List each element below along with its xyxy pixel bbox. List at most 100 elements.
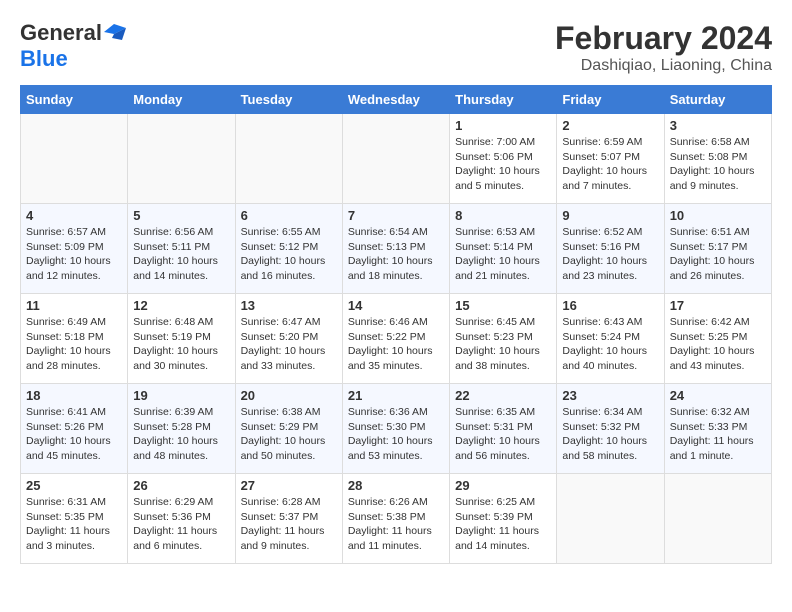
calendar-cell: 25 Sunrise: 6:31 AM Sunset: 5:35 PM Dayli… [21,474,128,564]
calendar-cell: 16Sunrise: 6:43 AM Sunset: 5:24 PM Dayli… [557,294,664,384]
calendar-cell: 10 Sunrise: 6:51 AM Sunset: 5:17 PM Dayli… [664,204,771,294]
calendar-week-5: 25 Sunrise: 6:31 AM Sunset: 5:35 PM Dayli… [21,474,772,564]
logo: General Blue [20,20,126,72]
day-number: 16 [562,298,658,313]
day-info: Sunrise: 7:00 AM Sunset: 5:06 PM Dayligh… [455,135,551,194]
day-info: Sunrise: 6:47 AM Sunset: 5:20 PM Dayligh… [241,315,337,374]
calendar-cell: 4Sunrise: 6:57 AM Sunset: 5:09 PM Daylig… [21,204,128,294]
weekday-wednesday: Wednesday [342,86,449,114]
day-info: Sunrise: 6:52 AM Sunset: 5:16 PM Dayligh… [562,225,658,284]
day-info: Sunrise: 6:31 AM Sunset: 5:35 PM Dayligh… [26,495,122,554]
day-number: 18 [26,388,122,403]
day-number: 21 [348,388,444,403]
weekday-tuesday: Tuesday [235,86,342,114]
day-info: Sunrise: 6:51 AM Sunset: 5:17 PM Dayligh… [670,225,766,284]
calendar-cell: 6Sunrise: 6:55 AM Sunset: 5:12 PM Daylig… [235,204,342,294]
day-number: 24 [670,388,766,403]
day-info: Sunrise: 6:59 AM Sunset: 5:07 PM Dayligh… [562,135,658,194]
day-number: 25 [26,478,122,493]
day-info: Sunrise: 6:28 AM Sunset: 5:37 PM Dayligh… [241,495,337,554]
weekday-sunday: Sunday [21,86,128,114]
day-number: 27 [241,478,337,493]
day-info: Sunrise: 6:56 AM Sunset: 5:11 PM Dayligh… [133,225,229,284]
calendar-cell [21,114,128,204]
day-info: Sunrise: 6:25 AM Sunset: 5:39 PM Dayligh… [455,495,551,554]
calendar-cell: 1 Sunrise: 7:00 AM Sunset: 5:06 PM Daylig… [450,114,557,204]
calendar-week-3: 11Sunrise: 6:49 AM Sunset: 5:18 PM Dayli… [21,294,772,384]
calendar-cell: 20 Sunrise: 6:38 AM Sunset: 5:29 PM Dayli… [235,384,342,474]
day-info: Sunrise: 6:49 AM Sunset: 5:18 PM Dayligh… [26,315,122,374]
logo-bird-icon [104,24,126,40]
calendar-cell: 17Sunrise: 6:42 AM Sunset: 5:25 PM Dayli… [664,294,771,384]
calendar-cell: 27 Sunrise: 6:28 AM Sunset: 5:37 PM Dayli… [235,474,342,564]
weekday-thursday: Thursday [450,86,557,114]
day-info: Sunrise: 6:53 AM Sunset: 5:14 PM Dayligh… [455,225,551,284]
weekday-header-row: SundayMondayTuesdayWednesdayThursdayFrid… [21,86,772,114]
day-info: Sunrise: 6:41 AM Sunset: 5:26 PM Dayligh… [26,405,122,464]
calendar: SundayMondayTuesdayWednesdayThursdayFrid… [20,85,772,564]
day-info: Sunrise: 6:35 AM Sunset: 5:31 PM Dayligh… [455,405,551,464]
calendar-cell [342,114,449,204]
day-number: 14 [348,298,444,313]
calendar-cell: 7 Sunrise: 6:54 AM Sunset: 5:13 PM Daylig… [342,204,449,294]
day-info: Sunrise: 6:26 AM Sunset: 5:38 PM Dayligh… [348,495,444,554]
day-number: 15 [455,298,551,313]
calendar-cell: 15 Sunrise: 6:45 AM Sunset: 5:23 PM Dayli… [450,294,557,384]
day-info: Sunrise: 6:38 AM Sunset: 5:29 PM Dayligh… [241,405,337,464]
day-number: 9 [562,208,658,223]
day-number: 19 [133,388,229,403]
day-number: 1 [455,118,551,133]
calendar-cell [128,114,235,204]
day-number: 7 [348,208,444,223]
calendar-cell: 19 Sunrise: 6:39 AM Sunset: 5:28 PM Dayli… [128,384,235,474]
calendar-cell: 9 Sunrise: 6:52 AM Sunset: 5:16 PM Daylig… [557,204,664,294]
weekday-friday: Friday [557,86,664,114]
day-info: Sunrise: 6:32 AM Sunset: 5:33 PM Dayligh… [670,405,766,464]
month-title: February 2024 [555,20,772,57]
weekday-saturday: Saturday [664,86,771,114]
calendar-cell: 13 Sunrise: 6:47 AM Sunset: 5:20 PM Dayli… [235,294,342,384]
calendar-week-4: 18 Sunrise: 6:41 AM Sunset: 5:26 PM Dayli… [21,384,772,474]
header: General Blue February 2024 Dashiqiao, Li… [20,20,772,75]
calendar-cell: 26 Sunrise: 6:29 AM Sunset: 5:36 PM Dayli… [128,474,235,564]
day-number: 10 [670,208,766,223]
calendar-cell [664,474,771,564]
day-info: Sunrise: 6:39 AM Sunset: 5:28 PM Dayligh… [133,405,229,464]
calendar-cell [557,474,664,564]
location-title: Dashiqiao, Liaoning, China [555,57,772,75]
day-info: Sunrise: 6:34 AM Sunset: 5:32 PM Dayligh… [562,405,658,464]
day-number: 20 [241,388,337,403]
calendar-cell: 24 Sunrise: 6:32 AM Sunset: 5:33 PM Dayli… [664,384,771,474]
day-number: 22 [455,388,551,403]
calendar-cell: 8Sunrise: 6:53 AM Sunset: 5:14 PM Daylig… [450,204,557,294]
calendar-cell: 18 Sunrise: 6:41 AM Sunset: 5:26 PM Dayli… [21,384,128,474]
day-number: 12 [133,298,229,313]
calendar-cell: 21Sunrise: 6:36 AM Sunset: 5:30 PM Dayli… [342,384,449,474]
day-number: 6 [241,208,337,223]
weekday-monday: Monday [128,86,235,114]
day-number: 26 [133,478,229,493]
logo-blue: Blue [20,46,68,71]
day-number: 29 [455,478,551,493]
day-info: Sunrise: 6:45 AM Sunset: 5:23 PM Dayligh… [455,315,551,374]
calendar-cell: 23 Sunrise: 6:34 AM Sunset: 5:32 PM Dayli… [557,384,664,474]
title-area: February 2024 Dashiqiao, Liaoning, China [555,20,772,75]
day-info: Sunrise: 6:46 AM Sunset: 5:22 PM Dayligh… [348,315,444,374]
calendar-cell [235,114,342,204]
calendar-week-2: 4Sunrise: 6:57 AM Sunset: 5:09 PM Daylig… [21,204,772,294]
day-number: 28 [348,478,444,493]
calendar-cell: 29 Sunrise: 6:25 AM Sunset: 5:39 PM Dayli… [450,474,557,564]
day-number: 2 [562,118,658,133]
day-info: Sunrise: 6:29 AM Sunset: 5:36 PM Dayligh… [133,495,229,554]
logo-general: General [20,20,102,46]
calendar-cell: 3Sunrise: 6:58 AM Sunset: 5:08 PM Daylig… [664,114,771,204]
day-number: 3 [670,118,766,133]
day-number: 5 [133,208,229,223]
day-number: 23 [562,388,658,403]
calendar-cell: 12Sunrise: 6:48 AM Sunset: 5:19 PM Dayli… [128,294,235,384]
day-number: 13 [241,298,337,313]
calendar-cell: 14 Sunrise: 6:46 AM Sunset: 5:22 PM Dayli… [342,294,449,384]
calendar-cell: 22 Sunrise: 6:35 AM Sunset: 5:31 PM Dayli… [450,384,557,474]
calendar-body: 1 Sunrise: 7:00 AM Sunset: 5:06 PM Daylig… [21,114,772,564]
day-info: Sunrise: 6:54 AM Sunset: 5:13 PM Dayligh… [348,225,444,284]
